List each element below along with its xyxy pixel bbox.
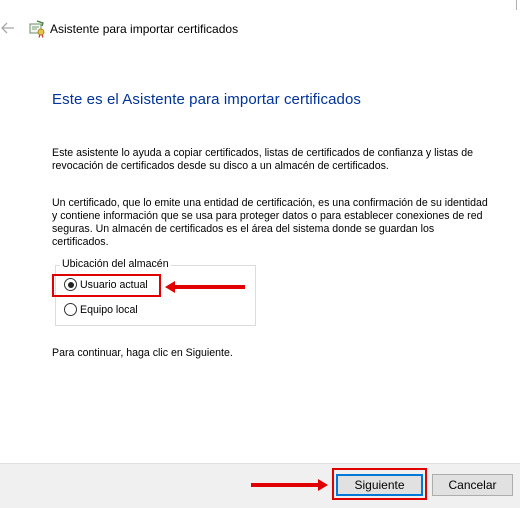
next-button[interactable]: Siguiente [336,474,423,496]
annotation-box-current-user [52,274,161,297]
annotation-arrow-right-icon [251,479,328,491]
radio-button-unchecked[interactable] [64,303,77,316]
back-arrow-icon[interactable] [0,18,16,38]
window-edge [516,0,517,10]
annotation-arrow-left-icon [165,281,245,293]
store-location-legend: Ubicación del almacén [60,258,171,270]
radio-local-machine-label: Equipo local [80,303,138,316]
certificate-description: Un certificado, que lo emite una entidad… [52,197,488,248]
radio-local-machine[interactable]: Equipo local [64,303,138,316]
certificate-icon [29,20,45,38]
intro-paragraph: Este asistente lo ayuda a copiar certifi… [52,147,474,172]
import-certificate-wizard: Asistente para importar certificados Est… [0,0,520,508]
page-title: Este es el Asistente para importar certi… [52,91,362,108]
continue-instruction: Para continuar, haga clic en Siguiente. [52,347,233,359]
cancel-button[interactable]: Cancelar [432,474,513,496]
window-title: Asistente para importar certificados [50,22,239,36]
